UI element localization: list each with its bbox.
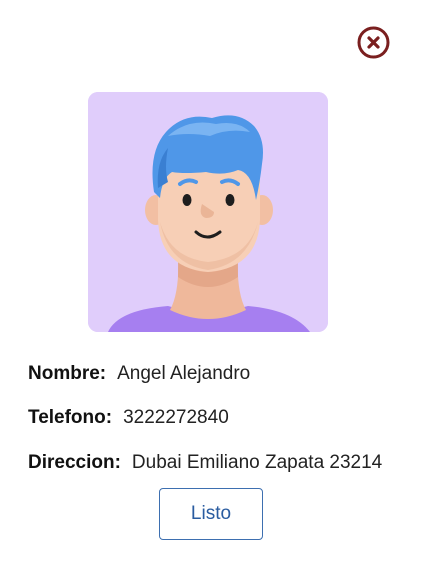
user-avatar-icon xyxy=(88,92,328,332)
nombre-value: Angel Alejandro xyxy=(117,363,251,384)
profile-dialog: Nombre: Angel Alejandro Telefono: 32222728… xyxy=(0,0,421,562)
close-button[interactable] xyxy=(357,26,390,59)
close-icon xyxy=(357,26,390,59)
avatar xyxy=(88,92,328,332)
field-telefono: Telefono: 3222272840 xyxy=(28,406,229,430)
field-direccion: Direccion: Dubai Emiliano Zapata 23214 xyxy=(28,451,382,475)
telefono-value: 3222272840 xyxy=(123,407,229,428)
telefono-label: Telefono: xyxy=(28,407,113,428)
field-nombre: Nombre: Angel Alejandro xyxy=(28,362,250,386)
direccion-label: Direccion: xyxy=(28,452,121,473)
nombre-label: Nombre: xyxy=(28,363,107,384)
direccion-value: Dubai Emiliano Zapata 23214 xyxy=(131,452,383,473)
done-button[interactable]: Listo xyxy=(159,488,263,540)
